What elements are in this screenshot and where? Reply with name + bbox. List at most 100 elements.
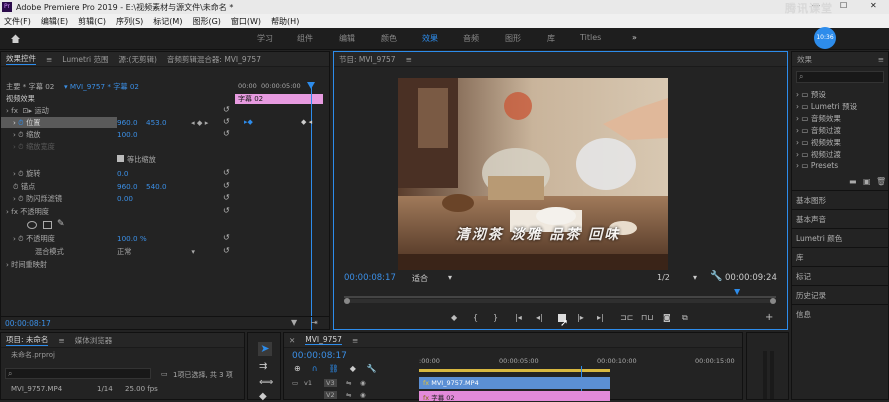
track-v2-eye-icon[interactable]: ◉: [360, 391, 366, 399]
track-v2-sync-icon[interactable]: ⇋: [346, 391, 351, 399]
opacity-section-row[interactable]: › fx 不透明度: [6, 207, 49, 218]
timeline-ruler[interactable]: :00:00 00:00:05:00 00:00:10:00 00:00:15:…: [419, 357, 735, 369]
effects-panel-menu-icon[interactable]: ≡: [878, 55, 884, 64]
reset-anti-flicker-icon[interactable]: ↺: [223, 193, 230, 202]
linked-selection-icon[interactable]: ⛓: [329, 364, 339, 373]
program-zoom-scrollbar[interactable]: [344, 298, 776, 304]
mark-out-button[interactable]: }: [493, 313, 498, 322]
workspace-tab-editing[interactable]: 编辑: [339, 33, 355, 44]
motion-row[interactable]: › fx ⊡▸ 运动: [6, 106, 49, 117]
anchor-x-value[interactable]: 960.0: [117, 182, 138, 193]
reset-blend-icon[interactable]: ↺: [223, 246, 230, 255]
anchor-row[interactable]: ⏱ 锚点: [13, 182, 35, 193]
mini-playhead-handle[interactable]: [307, 82, 315, 89]
scale-row[interactable]: › ⏱ 缩放: [13, 130, 40, 141]
tab-menu-icon[interactable]: ≡: [46, 55, 52, 64]
zoom-handle-left[interactable]: [344, 298, 350, 304]
reset-opacity-icon[interactable]: ↺: [223, 233, 230, 242]
menu-sequence[interactable]: 序列(S): [116, 16, 143, 27]
program-timecode[interactable]: 00:00:08:17: [344, 273, 396, 283]
effects-search-input[interactable]: ⌕: [796, 71, 884, 83]
track-v3-sync-icon[interactable]: ⇋: [346, 379, 351, 387]
track-v3-label[interactable]: v1: [304, 379, 312, 387]
razor-tool-icon[interactable]: ◆: [259, 391, 267, 402]
mini-timeline-clip[interactable]: 字幕 02: [235, 94, 323, 104]
section-lumetri-color[interactable]: Lumetri 颜色: [796, 233, 842, 244]
reset-motion-icon[interactable]: ↺: [223, 105, 230, 114]
menu-clip[interactable]: 剪辑(C): [78, 16, 106, 27]
track-select-tool-icon[interactable]: ⇉: [259, 361, 267, 372]
tree-item-audio-effects[interactable]: › ▭ 音频效果: [796, 113, 841, 124]
tree-item-video-effects[interactable]: › ▭ 视频效果: [796, 137, 841, 148]
workspace-tab-libraries[interactable]: 库: [547, 33, 555, 44]
close-button[interactable]: ✕: [870, 1, 877, 10]
resolution-dropdown[interactable]: 1/2 ▾: [657, 273, 697, 282]
opacity-row[interactable]: › ⏱ 不透明度: [13, 234, 55, 245]
menu-graphics[interactable]: 图形(G): [192, 16, 220, 27]
rotation-row[interactable]: › ⏱ 旋转: [13, 169, 40, 180]
title-overlay-text[interactable]: 清沏茶 淡雅 品茶 回味: [438, 224, 638, 244]
home-icon[interactable]: [10, 33, 21, 44]
selection-tool-icon[interactable]: ➤: [258, 342, 272, 356]
reset-position-icon[interactable]: ↺: [223, 117, 230, 126]
menu-edit[interactable]: 编辑(E): [41, 16, 68, 27]
nest-icon[interactable]: ⊕: [294, 364, 301, 373]
workspace-tab-learn[interactable]: 学习: [257, 33, 273, 44]
tab-audio-clip-mixer[interactable]: 音频剪辑混合器: MVI_9757: [167, 54, 261, 65]
menu-window[interactable]: 窗口(W): [231, 16, 261, 27]
anti-flicker-row[interactable]: › ⏱ 防闪烁滤镜: [13, 194, 62, 205]
scale-value[interactable]: 100.0: [117, 130, 138, 141]
tree-item-audio-transitions[interactable]: › ▭ 音频过渡: [796, 125, 841, 136]
track-v3-eye-icon[interactable]: ◉: [360, 379, 366, 387]
new-bin-icon[interactable]: ▬: [849, 177, 857, 186]
position-x-value[interactable]: 960.0: [117, 118, 138, 129]
section-markers[interactable]: 标记: [796, 271, 811, 282]
timeline-settings-icon[interactable]: 🔧: [367, 364, 377, 373]
reset-opacity-section-icon[interactable]: ↺: [223, 206, 230, 215]
section-info[interactable]: 信息: [796, 309, 811, 320]
timeline-sequence-tab[interactable]: MVI_9757: [305, 335, 342, 345]
maximize-button[interactable]: ☐: [840, 1, 847, 10]
workspace-tab-color[interactable]: 颜色: [381, 33, 397, 44]
tab-media-browser[interactable]: 媒体浏览器: [75, 335, 113, 346]
keyframe-start-icon[interactable]: ▸◆: [244, 118, 253, 126]
workspace-tab-titles[interactable]: Titles: [580, 33, 601, 42]
comparison-view-button[interactable]: ⧉: [682, 313, 688, 323]
delete-icon[interactable]: 🗑: [876, 177, 886, 186]
anchor-y-value[interactable]: 540.0: [146, 182, 167, 193]
reset-anchor-icon[interactable]: ↺: [223, 181, 230, 190]
snap-icon[interactable]: ∩: [312, 364, 318, 373]
export-icon[interactable]: ⇥: [311, 318, 318, 327]
reset-rotation-icon[interactable]: ↺: [223, 168, 230, 177]
menu-marker[interactable]: 标记(M): [153, 16, 182, 27]
track-v2-target[interactable]: V2: [324, 391, 337, 399]
add-marker-icon[interactable]: ◆: [350, 364, 356, 373]
pen-mask-icon[interactable]: ✎: [57, 219, 65, 229]
tab-project[interactable]: 项目: 未命名: [6, 334, 49, 346]
time-remap-row[interactable]: › 时间重映射: [6, 260, 47, 271]
workspace-more-button[interactable]: »: [632, 33, 637, 42]
insert-button[interactable]: ⊐⊏: [620, 313, 633, 322]
uniform-scale-checkbox[interactable]: 等比缩放: [117, 155, 156, 166]
position-row[interactable]: › ⏱ 位置: [13, 118, 40, 129]
zoom-handle-right[interactable]: [770, 298, 776, 304]
tree-item-presets[interactable]: › ▭ 预设: [796, 89, 826, 100]
target-clip-dropdown[interactable]: ▾ MVI_9757 * 字幕 02: [61, 82, 142, 93]
section-essential-sound[interactable]: 基本声音: [796, 214, 826, 225]
ripple-edit-tool-icon[interactable]: ⟺: [259, 377, 273, 388]
position-y-value[interactable]: 453.0: [146, 118, 167, 129]
tab-project-menu-icon[interactable]: ≡: [58, 336, 64, 345]
blend-mode-select[interactable]: 正常 ▾: [117, 247, 195, 258]
menu-file[interactable]: 文件(F): [4, 16, 31, 27]
section-history[interactable]: 历史记录: [796, 290, 826, 301]
keyframe-nav[interactable]: ◂ ◆ ▸: [191, 118, 208, 129]
tab-lumetri-scopes[interactable]: Lumetri 范围: [62, 54, 108, 65]
ellipse-mask-icon[interactable]: [27, 221, 37, 229]
overwrite-button[interactable]: ⊓⊔: [641, 313, 653, 322]
workspace-tab-audio[interactable]: 音频: [463, 33, 479, 44]
tree-item-presets-en[interactable]: › ▭ Presets: [796, 161, 838, 170]
new-search-bin-icon[interactable]: ▭: [161, 370, 168, 378]
timeline-timecode[interactable]: 00:00:08:17: [292, 351, 347, 361]
go-to-in-button[interactable]: |◂: [515, 313, 522, 322]
timeline-menu-icon[interactable]: ≡: [352, 336, 358, 345]
